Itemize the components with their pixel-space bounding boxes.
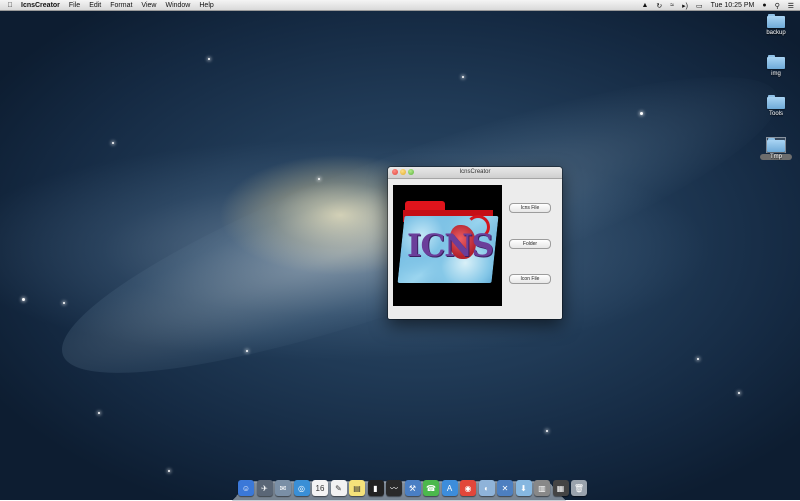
desktop-folder-backup[interactable]: backup xyxy=(760,14,792,36)
icnscreator-icon[interactable]: ✕ xyxy=(497,480,513,496)
folder-icon xyxy=(767,95,785,109)
menu-edit[interactable]: Edit xyxy=(89,2,101,9)
menu-extras: ▲ ↻ ≈ ▸) ▭ Tue 10:25 PM ● ⚲ ☰ xyxy=(633,0,794,11)
star xyxy=(738,392,740,394)
icnscreator-window: IcnsCreator ICNS Icns File Folder Icon F… xyxy=(388,167,562,319)
icon-file-button[interactable]: Icon File xyxy=(509,274,551,284)
stack-icon[interactable]: ▦ xyxy=(552,480,569,496)
time-machine-icon[interactable]: ↻ xyxy=(656,2,662,10)
star xyxy=(63,302,65,304)
desktop-folder-label: img xyxy=(771,71,781,77)
star xyxy=(462,76,464,78)
folder-button[interactable]: Folder xyxy=(509,239,551,249)
user-icon[interactable]: ● xyxy=(762,2,766,9)
documents-icon[interactable]: ▥ xyxy=(534,480,550,496)
window-minimize-button[interactable] xyxy=(400,169,406,175)
wifi-icon[interactable]: ≈ xyxy=(670,2,674,9)
trash-icon[interactable]: 🗑 xyxy=(571,480,587,496)
xcode-icon[interactable]: ⚒ xyxy=(404,480,421,496)
launchpad-icon[interactable]: ✈ xyxy=(256,480,273,496)
menu-window[interactable]: Window xyxy=(165,2,190,9)
desktop-folder-label: Tmp xyxy=(760,154,792,160)
desktop-folder-tools[interactable]: Tools xyxy=(760,95,792,117)
window-zoom-button[interactable] xyxy=(408,169,414,175)
desktop-folder-tmp[interactable]: Tmp xyxy=(760,137,792,160)
star xyxy=(112,142,114,144)
window-close-button[interactable] xyxy=(392,169,398,175)
apple-menu-icon[interactable]:  xyxy=(5,2,15,9)
menu-file[interactable]: File xyxy=(69,2,80,9)
window-title: IcnsCreator xyxy=(459,169,491,175)
mail-icon[interactable]: ✉ xyxy=(275,480,291,496)
volume-icon[interactable]: ▸) xyxy=(682,2,688,10)
safari-icon[interactable]: ◎ xyxy=(293,480,310,496)
folder-icon xyxy=(767,55,785,69)
star xyxy=(546,430,548,432)
desktop-folder-img[interactable]: img xyxy=(760,55,792,77)
desktop-folder-label: backup xyxy=(766,30,786,36)
downloads-folder-icon[interactable]: ⬇ xyxy=(515,480,532,496)
star xyxy=(640,112,643,115)
preview-icon[interactable]: ◐ xyxy=(478,480,495,496)
icon-preview[interactable]: ICNS xyxy=(393,185,502,306)
spotlight-search-icon[interactable]: ⚲ xyxy=(775,2,780,10)
terminal-icon[interactable]: ▮ xyxy=(367,480,384,496)
notification-bell-icon[interactable]: ▲ xyxy=(641,2,648,9)
menu-view[interactable]: View xyxy=(141,2,156,9)
preview-icns-text: ICNS xyxy=(407,228,494,264)
textedit-icon[interactable]: ✎ xyxy=(330,480,347,496)
star xyxy=(208,58,210,60)
activity-monitor-icon[interactable]: 〰 xyxy=(386,480,402,496)
menu-clock[interactable]: Tue 10:25 PM xyxy=(711,2,755,9)
dock: ☺ ✈ ✉ ◎ 16 ✎ ▤ ▮ 〰 ⚒ ☎ A ◉ ◐ ✕ ⬇ ▥ ▦ 🗑 xyxy=(238,474,590,496)
star xyxy=(168,470,170,472)
folder-icon xyxy=(766,137,786,153)
menu-bar:  IcnsCreator File Edit Format View Wind… xyxy=(0,0,800,11)
menu-app-name[interactable]: IcnsCreator xyxy=(21,2,60,9)
stickies-icon[interactable]: ▤ xyxy=(349,480,365,496)
calendar-icon[interactable]: 16 xyxy=(312,480,328,496)
notification-center-icon[interactable]: ☰ xyxy=(788,2,794,10)
star xyxy=(697,358,699,360)
star xyxy=(246,350,248,352)
chrome-icon[interactable]: ◉ xyxy=(460,480,476,496)
app-store-icon[interactable]: A xyxy=(441,480,458,496)
star xyxy=(98,412,100,414)
window-titlebar[interactable]: IcnsCreator xyxy=(388,167,562,179)
finder-icon[interactable]: ☺ xyxy=(238,480,254,496)
desktop-folder-label: Tools xyxy=(768,111,783,117)
menu-help[interactable]: Help xyxy=(199,2,213,9)
icns-file-button[interactable]: Icns File xyxy=(509,203,551,213)
facetime-icon[interactable]: ☎ xyxy=(423,480,439,496)
battery-icon[interactable]: ▭ xyxy=(696,2,703,10)
folder-icon xyxy=(767,14,785,28)
star xyxy=(318,178,320,180)
menu-format[interactable]: Format xyxy=(110,2,132,9)
star xyxy=(22,298,25,301)
